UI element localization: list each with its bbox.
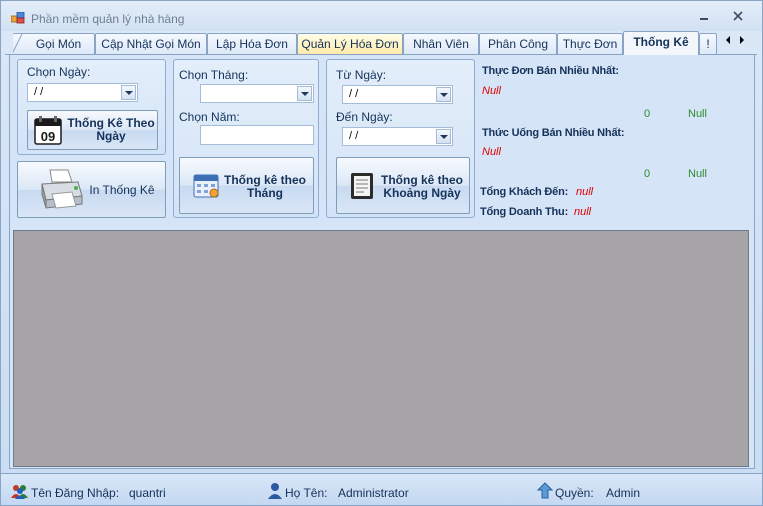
stats-by-day-button[interactable]: 09 Thống Kê Theo Ngày xyxy=(27,110,158,150)
by-month-panel: Chọn Tháng: Chọn Năm: Thống kê theo Thán… xyxy=(173,59,319,218)
arrow-right-icon xyxy=(740,36,744,44)
tab-label: Nhân Viên xyxy=(413,37,469,51)
dropdown-arrow-icon[interactable] xyxy=(436,87,451,102)
minimize-icon xyxy=(700,18,708,20)
total-customers-value: null xyxy=(576,186,594,198)
tab-strip: Gọi Món Cập Nhật Gọi Món Lập Hóa Đơn Quả… xyxy=(5,31,757,55)
tab-nhan-vien[interactable]: Nhân Viên xyxy=(403,33,479,54)
best-drink-value: Null xyxy=(482,146,501,158)
tab-thong-ke[interactable]: Thống Kê xyxy=(623,31,699,55)
calendar-day-number: 09 xyxy=(41,129,55,144)
calendar-icon: 09 xyxy=(34,116,62,145)
to-date-value: / / xyxy=(349,130,359,142)
statistics-tab-content: Chọn Ngày: / / 09 Thống Kê Theo Ngày In … xyxy=(9,55,755,469)
tab-scroll-right-button[interactable] xyxy=(735,35,749,49)
best-menu-label: Thực Đơn Bán Nhiều Nhất: xyxy=(482,65,619,77)
main-window: Phần mềm quản lý nhà hàng Gọi Món Cập Nh… xyxy=(0,0,763,506)
month-calendar-icon xyxy=(193,174,219,198)
tab-label: Phân Công xyxy=(487,37,549,51)
from-date-value: / / xyxy=(349,88,359,100)
best-menu-count: 0 xyxy=(644,108,651,120)
best-drink-label: Thức Uống Bán Nhiều Nhất: xyxy=(482,127,625,139)
close-icon xyxy=(733,11,743,21)
report-grid[interactable] xyxy=(13,230,749,467)
day-date-value: / / xyxy=(34,86,44,98)
minimize-button[interactable] xyxy=(694,9,714,25)
year-input[interactable] xyxy=(200,125,314,145)
stats-by-range-button[interactable]: Thống kê theo Khoảng Ngày xyxy=(336,157,470,214)
tab-label: Gọi Món xyxy=(35,37,82,51)
users-icon xyxy=(11,485,28,499)
role-label: Quyền: xyxy=(555,486,594,500)
month-select[interactable] xyxy=(200,84,314,103)
close-button[interactable] xyxy=(728,9,748,25)
stats-by-month-button[interactable]: Thống kê theo Tháng xyxy=(179,157,314,214)
tab-label: ! xyxy=(706,37,710,51)
app-icon xyxy=(11,12,25,24)
to-date-picker[interactable]: / / xyxy=(342,127,453,146)
tab-goi-mon[interactable]: Gọi Món xyxy=(13,33,95,54)
notebook-icon xyxy=(351,173,373,199)
tab-quan-ly-hoa-don[interactable]: Quản Lý Hóa Đơn xyxy=(297,33,403,54)
choose-day-label: Chọn Ngày: xyxy=(27,65,91,79)
stats-by-range-button-label: Thống kê theo Khoảng Ngày xyxy=(381,173,463,200)
tab-thuc-don[interactable]: Thực Đơn xyxy=(557,33,623,54)
tab-label: Quản Lý Hóa Đơn xyxy=(301,37,399,51)
username-value: quantri xyxy=(129,486,166,500)
by-range-panel: Từ Ngày: / / Đến Ngày: / / Thống kê theo… xyxy=(326,59,475,218)
total-revenue-value: null xyxy=(574,206,592,218)
print-stats-button[interactable]: In Thống Kê xyxy=(17,161,166,218)
username-label: Tên Đăng Nhập: xyxy=(31,486,120,500)
tab-label: Cập Nhật Gọi Món xyxy=(101,37,201,51)
best-drink-count: 0 xyxy=(644,168,651,180)
status-bar: Tên Đăng Nhập: quantri Họ Tên: Administr… xyxy=(1,473,762,505)
dropdown-arrow-icon[interactable] xyxy=(121,85,136,100)
total-customers-label: Tổng Khách Đến: xyxy=(480,186,569,198)
choose-month-label: Chọn Tháng: xyxy=(179,68,249,82)
fullname-label: Họ Tên: xyxy=(285,486,328,500)
title-bar: Phần mềm quản lý nhà hàng xyxy=(1,1,762,31)
permission-arrow-icon xyxy=(537,482,553,499)
dropdown-arrow-icon[interactable] xyxy=(436,129,451,144)
user-icon xyxy=(268,483,282,499)
tab-cap-nhat-goi-mon[interactable]: Cập Nhật Gọi Món xyxy=(95,33,207,54)
tab-label: Thực Đơn xyxy=(562,37,618,51)
to-date-label: Đến Ngày: xyxy=(336,110,393,124)
tab-scroll-left-button[interactable] xyxy=(721,35,735,49)
best-drink-extra: Null xyxy=(688,168,707,180)
stats-by-month-button-label: Thống kê theo Tháng xyxy=(224,173,306,200)
arrow-left-icon xyxy=(726,36,730,44)
by-day-panel: Chọn Ngày: / / 09 Thống Kê Theo Ngày xyxy=(17,59,166,155)
best-menu-value: Null xyxy=(482,85,501,97)
day-date-picker[interactable]: / / xyxy=(27,83,138,102)
printer-icon xyxy=(41,169,83,209)
tab-slant-icon xyxy=(13,34,23,54)
fullname-value: Administrator xyxy=(338,486,409,500)
dropdown-arrow-icon[interactable] xyxy=(297,86,312,101)
stats-by-day-button-label: Thống Kê Theo Ngày xyxy=(67,116,155,143)
role-value: Admin xyxy=(606,486,641,500)
from-date-picker[interactable]: / / xyxy=(342,85,453,104)
tab-lap-hoa-don[interactable]: Lập Hóa Đơn xyxy=(207,33,297,54)
window-title: Phần mềm quản lý nhà hàng xyxy=(31,12,185,26)
tab-label: Thống Kê xyxy=(633,35,689,49)
total-revenue-label: Tổng Doanh Thu: xyxy=(480,206,569,218)
tab-more[interactable]: ! xyxy=(699,33,717,54)
tab-phan-cong[interactable]: Phân Công xyxy=(479,33,557,54)
tab-label: Lập Hóa Đơn xyxy=(216,37,288,51)
from-date-label: Từ Ngày: xyxy=(336,68,387,82)
choose-year-label: Chọn Năm: xyxy=(179,110,240,124)
best-menu-extra: Null xyxy=(688,108,707,120)
print-stats-button-label: In Thống Kê xyxy=(89,183,155,197)
